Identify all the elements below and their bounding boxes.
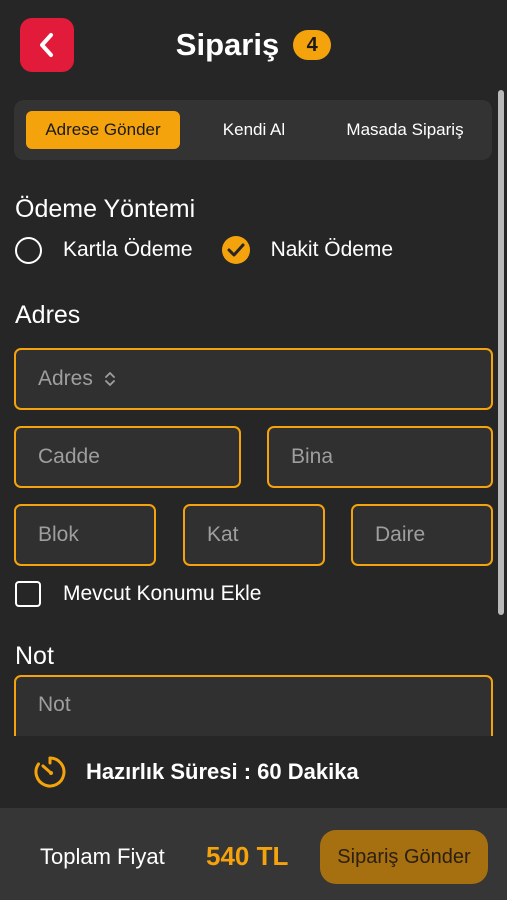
address-title: Adres [15, 301, 81, 329]
check-icon [227, 243, 245, 257]
floor-field[interactable]: Kat [183, 504, 325, 566]
total-price-value: 540 TL [206, 841, 289, 871]
floor-placeholder: Kat [207, 523, 239, 546]
building-field[interactable]: Bina [267, 426, 493, 488]
payment-method-title: Ödeme Yöntemi [15, 195, 196, 223]
delivery-type-segment: Adrese Gönder Kendi Al Masada Sipariş [14, 100, 492, 160]
header: Sipariş 4 [0, 0, 507, 90]
use-location-label[interactable]: Mevcut Konumu Ekle [63, 582, 261, 606]
card-payment-label[interactable]: Kartla Ödeme [63, 238, 193, 262]
total-price-label: Toplam Fiyat [40, 844, 165, 869]
block-field[interactable]: Blok [14, 504, 156, 566]
order-form[interactable]: Adrese Gönder Kendi Al Masada Sipariş Öd… [0, 90, 507, 736]
apartment-field[interactable]: Daire [351, 504, 493, 566]
address-select[interactable]: Adres [14, 348, 493, 410]
block-placeholder: Blok [38, 523, 79, 546]
scrollbar[interactable] [498, 90, 504, 615]
payment-options: Kartla Ödeme Nakit Ödeme [15, 236, 393, 264]
prep-time-bar: Hazırlık Süresi : 60 Dakika [0, 736, 507, 808]
street-placeholder: Cadde [38, 445, 100, 468]
address-select-placeholder: Adres [38, 367, 93, 390]
cart-count-badge: 4 [293, 30, 332, 60]
footer: Toplam Fiyat 540 TL Sipariş Gönder [0, 808, 507, 900]
street-field[interactable]: Cadde [14, 426, 241, 488]
card-payment-radio[interactable] [15, 236, 42, 264]
note-field[interactable]: Not [14, 675, 493, 736]
stopwatch-icon [34, 756, 66, 788]
chevron-up-down-icon [104, 372, 115, 386]
building-placeholder: Bina [291, 445, 334, 468]
submit-order-button[interactable]: Sipariş Gönder [320, 830, 488, 884]
cash-payment-radio[interactable] [221, 236, 250, 264]
tab-deliver-to-address[interactable]: Adrese Gönder [26, 111, 180, 149]
use-location-row: Mevcut Konumu Ekle [15, 581, 261, 607]
page-title: Sipariş [175, 27, 280, 62]
title-wrap: Sipariş 4 [0, 27, 507, 63]
tab-pickup[interactable]: Kendi Al [202, 111, 306, 149]
tab-table-order[interactable]: Masada Sipariş [326, 111, 484, 149]
cash-payment-label[interactable]: Nakit Ödeme [271, 238, 394, 262]
prep-time-label: Hazırlık Süresi : 60 Dakika [86, 759, 359, 784]
apartment-placeholder: Daire [375, 523, 426, 546]
note-placeholder: Not [38, 693, 71, 716]
use-location-checkbox[interactable] [15, 581, 41, 607]
note-title: Not [15, 642, 54, 670]
